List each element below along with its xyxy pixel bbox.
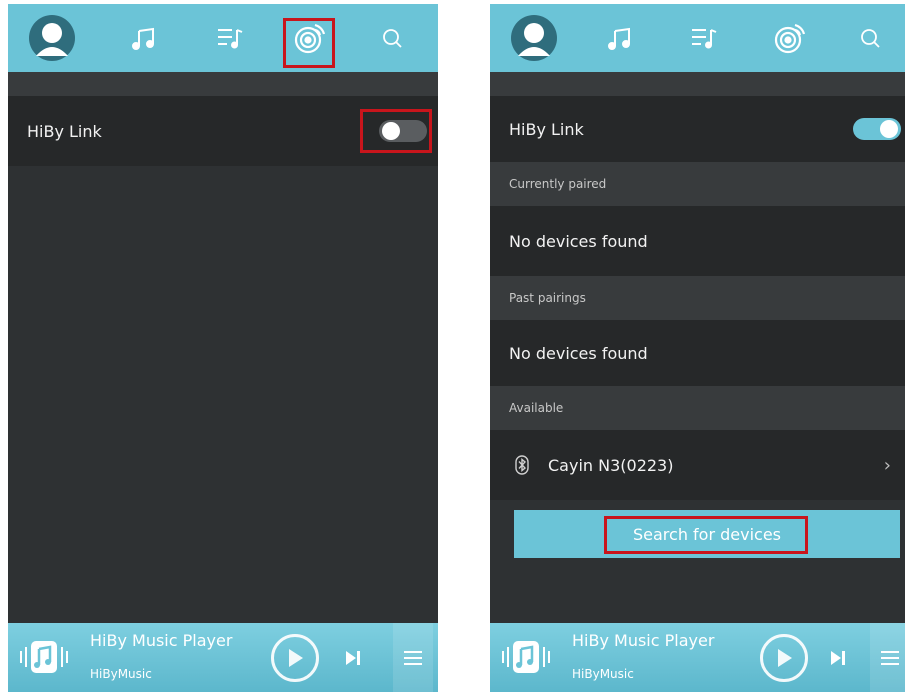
hiby-link-screen-off: HiBy Link HiBy Music Player HiByMusic (8, 4, 438, 692)
now-playing-artist: HiByMusic (572, 667, 634, 681)
hiby-link-row: HiBy Link (8, 96, 438, 166)
toggle-knob (382, 122, 400, 140)
now-playing-artist: HiByMusic (90, 667, 152, 681)
playlist-icon[interactable] (680, 14, 728, 62)
hiby-link-toggle[interactable] (853, 118, 901, 140)
album-art-icon (496, 633, 556, 681)
playlist-icon[interactable] (206, 14, 254, 62)
menu-icon (404, 650, 422, 665)
search-icon[interactable] (368, 14, 416, 62)
section-header-past-pairings: Past pairings (490, 276, 905, 320)
hiby-link-icon[interactable] (286, 14, 334, 62)
section-header-available: Available (490, 386, 905, 430)
music-note-icon[interactable] (120, 14, 168, 62)
hiby-link-label: HiBy Link (509, 119, 584, 139)
play-icon (778, 649, 792, 667)
avatar-icon[interactable] (28, 14, 76, 62)
top-nav-bar (490, 4, 905, 72)
now-playing-title: HiBy Music Player (572, 631, 715, 650)
hiby-link-toggle[interactable] (379, 120, 427, 142)
hiby-link-label: HiBy Link (27, 121, 102, 141)
queue-button[interactable] (393, 623, 433, 692)
search-for-devices-button[interactable]: Search for devices (514, 510, 900, 558)
available-device-row[interactable]: Cayin N3(0223) › (490, 430, 905, 500)
queue-button[interactable] (870, 623, 905, 692)
mini-player[interactable]: HiBy Music Player HiByMusic (490, 623, 905, 692)
menu-icon (881, 650, 899, 665)
chevron-right-icon: › (883, 454, 891, 476)
hiby-link-row: HiBy Link (490, 96, 905, 162)
past-pairings-empty-text: No devices found (509, 343, 648, 363)
play-button[interactable] (760, 634, 808, 682)
currently-paired-empty-row: No devices found (490, 206, 905, 276)
music-note-icon[interactable] (596, 14, 644, 62)
avatar-icon[interactable] (510, 14, 558, 62)
section-header-currently-paired: Currently paired (490, 162, 905, 206)
toggle-knob (880, 120, 898, 138)
next-track-button[interactable] (338, 643, 368, 673)
nav-spacer (8, 72, 438, 96)
search-for-devices-label: Search for devices (632, 524, 782, 544)
device-name: Cayin N3(0223) (548, 455, 674, 475)
currently-paired-empty-text: No devices found (509, 231, 648, 251)
next-icon (346, 651, 360, 665)
past-pairings-empty-row: No devices found (490, 320, 905, 386)
next-track-button[interactable] (823, 643, 853, 673)
hiby-link-icon[interactable] (766, 14, 814, 62)
hiby-link-screen-on: HiBy Link Currently paired No devices fo… (490, 4, 905, 692)
album-art-icon (14, 633, 74, 681)
mini-player[interactable]: HiBy Music Player HiByMusic (8, 623, 438, 692)
next-icon (831, 651, 845, 665)
top-nav-bar (8, 4, 438, 72)
nav-spacer (490, 72, 905, 96)
play-button[interactable] (271, 634, 319, 682)
now-playing-title: HiBy Music Player (90, 631, 233, 650)
bluetooth-icon (514, 454, 530, 476)
play-icon (289, 649, 303, 667)
search-icon[interactable] (846, 14, 894, 62)
